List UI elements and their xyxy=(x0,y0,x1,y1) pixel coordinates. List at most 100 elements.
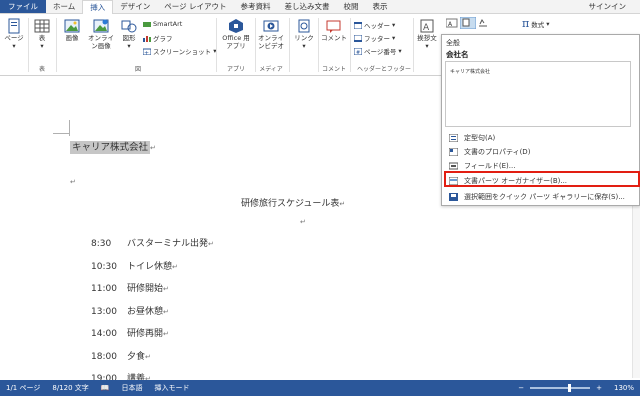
smartart-button[interactable]: SmartArt xyxy=(143,20,182,28)
svg-text:A: A xyxy=(423,23,430,33)
ribbon-tab-bar: ファイル ホーム 挿入 デザイン ページ レイアウト 参考資料 差し込み文書 校… xyxy=(0,0,640,15)
table-button[interactable]: 表 ▾ xyxy=(32,18,52,50)
textbox-icon: A xyxy=(420,19,434,33)
screenshot-icon: + xyxy=(143,48,151,55)
zoom-in-icon[interactable]: + xyxy=(590,384,608,392)
schedule-row: 13:00 お昼休憩↵ xyxy=(91,306,169,317)
zoom-thumb[interactable] xyxy=(568,384,572,392)
schedule-row: 18:00 夕食↵ xyxy=(91,351,151,362)
crop-mark xyxy=(53,133,69,134)
schedule-time: 18:00 xyxy=(91,351,117,362)
menu-item-document-property[interactable]: 文書のプロパティ(D) xyxy=(445,145,635,158)
comment-button[interactable]: コメント xyxy=(321,18,347,42)
page-button[interactable]: ページ ▾ xyxy=(3,18,25,50)
separator xyxy=(289,18,290,72)
screenshot-button[interactable]: + スクリーンショット ▾ xyxy=(143,46,216,56)
link-icon xyxy=(298,19,310,33)
menu-item-save-selection[interactable]: 選択範囲をクイック パーツ ギャラリーに保存(S)... xyxy=(445,190,635,203)
autotext-icon xyxy=(449,133,458,142)
schedule-event: 研修再開 xyxy=(127,329,164,339)
tab-page-layout[interactable]: ページ レイアウト xyxy=(157,0,233,13)
office-app-button[interactable]: Office 用アプリ xyxy=(219,18,253,50)
svg-text:#: # xyxy=(356,50,360,55)
tab-view[interactable]: 表示 xyxy=(366,0,395,13)
tab-file[interactable]: ファイル xyxy=(0,0,46,13)
group-label-app: アプリ xyxy=(226,66,245,73)
page-count[interactable]: 1/1 ページ xyxy=(0,383,46,393)
crop-mark xyxy=(69,120,70,136)
field-icon xyxy=(449,162,458,169)
office-store-icon xyxy=(229,19,243,33)
separator xyxy=(28,18,29,72)
insert-mode[interactable]: 挿入モード xyxy=(148,383,195,393)
schedule-row: 11:00 研修開始↵ xyxy=(91,284,169,294)
document-property-icon xyxy=(449,147,458,156)
graph-icon xyxy=(143,35,151,42)
tab-review[interactable]: 校閲 xyxy=(337,0,366,13)
tab-insert[interactable]: 挿入 xyxy=(82,0,114,15)
empty-paragraph: ↵ xyxy=(70,178,76,186)
group-label-header-footer: ヘッダーとフッター xyxy=(356,66,411,73)
online-picture-button[interactable]: オンライン画像 xyxy=(86,18,116,50)
group-label-media: メディア xyxy=(259,66,283,73)
table-icon xyxy=(34,19,50,33)
tab-references[interactable]: 参考資料 xyxy=(234,0,278,13)
schedule-event: お昼休憩 xyxy=(127,306,164,317)
page-number-icon: # xyxy=(354,47,362,55)
tab-design[interactable]: デザイン xyxy=(113,0,157,13)
save-icon xyxy=(449,192,458,201)
graph-button[interactable]: グラフ xyxy=(143,33,173,43)
menu-item-autotext[interactable]: 定型句(A) xyxy=(445,131,635,144)
textbox-button[interactable]: A 挨拶文 ▾ xyxy=(415,18,439,50)
schedule-row: 10:30 トイレ休憩↵ xyxy=(91,261,178,272)
language[interactable]: 日本語 xyxy=(115,383,148,393)
separator xyxy=(350,18,351,72)
proofing-icon[interactable]: 📖 xyxy=(95,384,116,392)
link-button[interactable]: リンク ▾ xyxy=(293,18,315,50)
shapes-button[interactable]: 図形 ▾ xyxy=(118,18,140,50)
separator xyxy=(318,18,319,72)
footer-button[interactable]: フッター ▾ xyxy=(354,33,395,43)
separator xyxy=(56,18,57,72)
schedule-event: 研修開始 xyxy=(127,284,164,294)
page-icon xyxy=(8,18,20,34)
separator xyxy=(255,18,256,72)
tab-home[interactable]: ホーム xyxy=(46,0,82,13)
schedule-time: 11:00 xyxy=(91,284,117,294)
word-count[interactable]: 8/120 文字 xyxy=(46,383,94,393)
header-button[interactable]: ヘッダー ▾ xyxy=(354,20,395,30)
separator xyxy=(216,18,217,72)
schedule-row: 8:30 バスターミナル出発↵ xyxy=(91,239,214,249)
zoom-slider[interactable] xyxy=(530,384,591,392)
comment-icon xyxy=(326,20,341,33)
equation-button[interactable]: π 数式 ▾ xyxy=(522,17,550,30)
company-paragraph[interactable]: キャリア株式会社 ↵ xyxy=(70,139,156,154)
gallery-item-label: 会社名 xyxy=(446,50,469,59)
status-bar: 1/1 ページ 8/120 文字 📖 日本語 挿入モード − + 130% xyxy=(0,380,640,396)
tab-mailings[interactable]: 差し込み文書 xyxy=(278,0,337,13)
quick-parts-icon[interactable] xyxy=(460,17,476,29)
separator xyxy=(413,18,414,72)
schedule-title: 研修旅行スケジュール表↵ xyxy=(241,199,346,209)
schedule-event: トイレ休憩 xyxy=(127,261,173,272)
gallery-item-preview[interactable]: キャリア株式会社 xyxy=(445,61,631,127)
group-label-figure: 図 xyxy=(134,66,141,73)
highlight-box xyxy=(444,171,640,187)
svg-text:+: + xyxy=(144,50,149,55)
pi-icon: π xyxy=(522,17,530,30)
online-video-button[interactable]: オンラインビデオ xyxy=(257,18,285,50)
text-format-icon[interactable]: A xyxy=(446,18,458,28)
signature-line-icon[interactable] xyxy=(478,18,488,28)
group-label-comment: コメント xyxy=(321,66,346,73)
schedule-event: 夕食 xyxy=(127,351,146,362)
zoom-out-icon[interactable]: − xyxy=(512,384,530,392)
picture-button[interactable]: 画像 xyxy=(60,18,84,42)
quick-parts-toolbar: A xyxy=(446,17,488,29)
footer-icon xyxy=(354,34,362,42)
signin-link[interactable]: サインイン xyxy=(589,0,627,14)
zoom-level[interactable]: 130% xyxy=(608,384,640,392)
picture-icon xyxy=(64,19,80,33)
shapes-icon xyxy=(121,20,137,33)
gallery-category: 全般 xyxy=(446,39,460,47)
page-number-button[interactable]: # ページ番号 ▾ xyxy=(354,46,402,56)
